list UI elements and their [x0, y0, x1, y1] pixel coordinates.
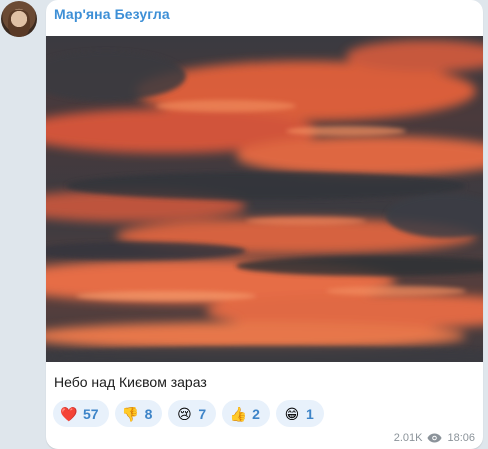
sender-name[interactable]: Мар'яна Безугла	[54, 6, 170, 22]
view-count: 2.01K	[393, 432, 423, 444]
reaction-crying[interactable]: 😢 7	[168, 400, 217, 427]
message-bubble: Мар'яна Безугла Небо над Києвом зараз ❤️…	[46, 0, 483, 449]
reaction-count: 1	[305, 405, 314, 422]
reaction-thumbs-down[interactable]: 👎 8	[114, 400, 163, 427]
reaction-count: 2	[252, 405, 260, 422]
reaction-count: 8	[144, 405, 153, 422]
reaction-thumbs-up[interactable]: 👍 2	[222, 400, 270, 427]
crying-face-icon: 😢	[177, 405, 192, 422]
grinning-face-icon: 😁	[284, 405, 300, 422]
thumbs-down-icon: 👎	[121, 405, 140, 422]
thumbs-up-icon: 👍	[229, 405, 247, 422]
reaction-count: 57	[83, 405, 99, 422]
sunset-sky-photo[interactable]	[46, 36, 483, 362]
reaction-heart[interactable]: ❤️ 57	[53, 400, 109, 427]
eye-icon	[427, 433, 442, 443]
message-caption: Небо над Києвом зараз	[54, 374, 207, 390]
message-time: 18:06	[447, 432, 475, 444]
reaction-count: 7	[198, 405, 207, 422]
heart-icon: ❤️	[60, 405, 78, 422]
reaction-grinning[interactable]: 😁 1	[275, 400, 324, 427]
reactions-bar: ❤️ 57 👎 8 😢 7 👍 2 😁 1	[53, 400, 324, 427]
message-meta: 2.01K 18:06	[394, 432, 475, 444]
avatar[interactable]	[1, 1, 37, 37]
